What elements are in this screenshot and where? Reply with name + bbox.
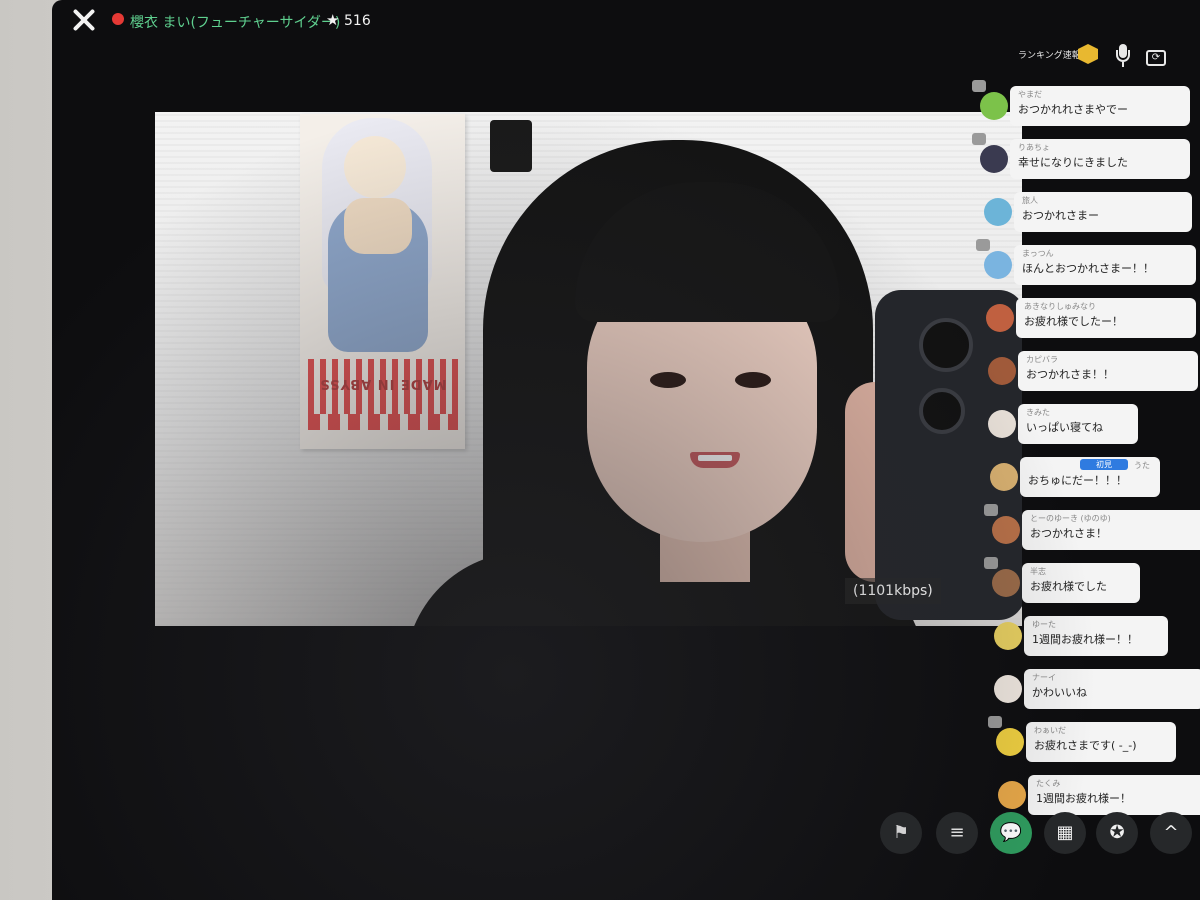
user-avatar[interactable] bbox=[990, 463, 1018, 491]
chat-bubble: とーのゆーき (ゆのゆ) おつかれさま！ bbox=[1022, 510, 1200, 550]
chat-message: おちゅにだー！！！ bbox=[1028, 474, 1127, 487]
badge-icon[interactable]: ✪ bbox=[1096, 812, 1138, 854]
chat-message: お疲れさまです( -_-) bbox=[1034, 739, 1137, 752]
chat-message: かわいいね bbox=[1032, 686, 1087, 699]
first-time-tag: 初見 bbox=[1080, 459, 1128, 470]
chat-bubble: ゆーた 1週間お疲れ様ー！！ bbox=[1024, 616, 1168, 656]
chat-bubble: わぁいだお疲れさまです( -_-) bbox=[1026, 722, 1176, 762]
user-avatar[interactable] bbox=[986, 304, 1014, 332]
chat-list: やまだおつかれれさまやでーりあちょ幸せになりにきました旅人おつかれさまーまっつん… bbox=[52, 0, 1200, 900]
chat-username[interactable]: まっつん bbox=[1022, 248, 1186, 259]
chat-bubble: やまだおつかれれさまやでー bbox=[1010, 86, 1190, 126]
chat-username[interactable]: あきなりしゅみなり bbox=[1024, 301, 1186, 312]
gift-panel-icon[interactable]: ▦ bbox=[1044, 812, 1086, 854]
chat-username[interactable]: とーのゆーき (ゆのゆ) bbox=[1030, 513, 1196, 524]
chat-username[interactable]: カピバラ bbox=[1026, 354, 1188, 365]
chat-bubble: まっつんほんとおつかれさまー！！ bbox=[1014, 245, 1196, 285]
chat-username[interactable]: ナーイ bbox=[1032, 672, 1194, 683]
chat-message: おつかれさまー bbox=[1022, 209, 1099, 222]
user-avatar[interactable] bbox=[992, 516, 1020, 544]
user-avatar[interactable] bbox=[988, 410, 1016, 438]
chat-message: おつかれさま！ bbox=[1030, 527, 1107, 540]
chat-bubble: きみたいっぱい寝てね bbox=[1018, 404, 1138, 444]
user-level-badge-icon bbox=[984, 504, 998, 516]
chat-message: おつかれれさまやでー bbox=[1018, 103, 1128, 116]
chat-bubble: うた おちゅにだー！！！ 初見 bbox=[1020, 457, 1160, 497]
chat-bubble: 旅人 おつかれさまー bbox=[1014, 192, 1192, 232]
user-level-badge-icon bbox=[972, 133, 986, 145]
chat-message: 1週間お疲れ様ー！ bbox=[1036, 792, 1131, 805]
chat-message: お疲れ様でしたー！ bbox=[1024, 315, 1123, 328]
live-stream-screen: 櫻衣 まい(フューチャーサイダー) ★ 516 ランキング速報 ⟳ MADE I… bbox=[52, 0, 1200, 900]
user-avatar[interactable] bbox=[998, 781, 1026, 809]
chat-username[interactable]: 半志 bbox=[1030, 566, 1130, 577]
device-bezel: 櫻衣 まい(フューチャーサイダー) ★ 516 ランキング速報 ⟳ MADE I… bbox=[0, 0, 1200, 900]
chat-message: 1週間お疲れ様ー！！ bbox=[1032, 633, 1138, 646]
chat-bubble: カピバラおつかれさま！！ bbox=[1018, 351, 1198, 391]
user-avatar[interactable] bbox=[980, 92, 1008, 120]
chat-username[interactable]: 旅人 bbox=[1022, 195, 1182, 206]
user-level-badge-icon bbox=[984, 557, 998, 569]
comment-icon[interactable]: 💬 bbox=[990, 812, 1032, 854]
user-avatar[interactable] bbox=[992, 569, 1020, 597]
user-level-badge-icon bbox=[972, 80, 986, 92]
chat-bubble: たくみ 1週間お疲れ様ー！ bbox=[1028, 775, 1200, 815]
user-level-badge-icon bbox=[976, 239, 990, 251]
chat-username[interactable]: りあちょ bbox=[1018, 142, 1180, 153]
chat-username[interactable]: きみた bbox=[1026, 407, 1128, 418]
chat-message: いっぱい寝てね bbox=[1026, 421, 1103, 434]
user-avatar[interactable] bbox=[984, 198, 1012, 226]
chat-username[interactable]: たくみ bbox=[1036, 778, 1196, 789]
chat-message: 幸せになりにきました bbox=[1018, 156, 1128, 169]
chat-username[interactable]: わぁいだ bbox=[1034, 725, 1166, 736]
chat-message: ほんとおつかれさまー！！ bbox=[1022, 262, 1154, 275]
chat-bubble: りあちょ幸せになりにきました bbox=[1010, 139, 1190, 179]
chat-bubble: ナーイ かわいいね bbox=[1024, 669, 1200, 709]
user-avatar[interactable] bbox=[994, 622, 1022, 650]
chat-message: おつかれさま！！ bbox=[1026, 368, 1114, 381]
flag-icon[interactable]: ⚑ bbox=[880, 812, 922, 854]
user-level-badge-icon bbox=[988, 716, 1002, 728]
chevron-up-icon[interactable]: ^ bbox=[1150, 812, 1192, 854]
user-avatar[interactable] bbox=[980, 145, 1008, 173]
chat-bubble: あきなりしゅみなり お疲れ様でしたー！ bbox=[1016, 298, 1196, 338]
user-avatar[interactable] bbox=[984, 251, 1012, 279]
user-avatar[interactable] bbox=[988, 357, 1016, 385]
chat-bubble: 半志 お疲れ様でした bbox=[1022, 563, 1140, 603]
notes-icon[interactable]: ≡ bbox=[936, 812, 978, 854]
user-avatar[interactable] bbox=[994, 675, 1022, 703]
chat-username[interactable]: やまだ bbox=[1018, 89, 1180, 100]
chat-message: お疲れ様でした bbox=[1030, 580, 1107, 593]
chat-username[interactable]: ゆーた bbox=[1032, 619, 1158, 630]
user-avatar[interactable] bbox=[996, 728, 1024, 756]
